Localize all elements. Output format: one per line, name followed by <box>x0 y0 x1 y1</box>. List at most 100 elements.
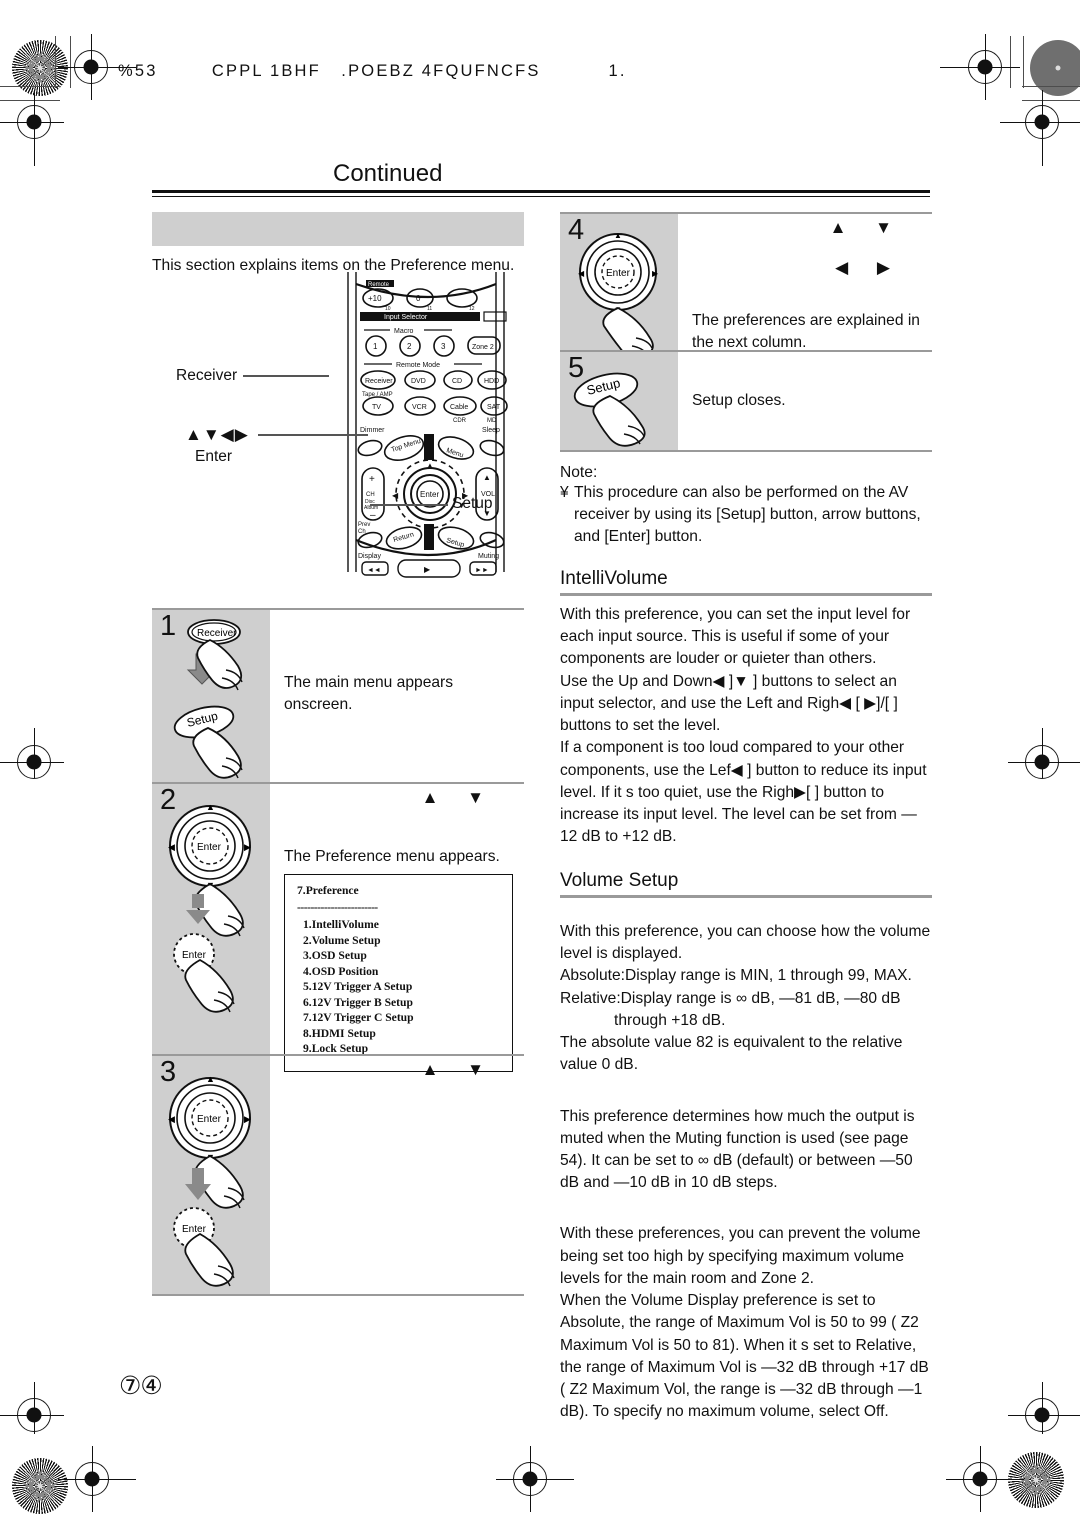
svg-text:▶: ▶ <box>244 842 251 852</box>
trim-mark <box>1023 36 1025 88</box>
section-volume-setup: Volume Setup With this preference, you c… <box>560 870 932 1423</box>
registration-crosshair <box>33 90 35 166</box>
step-number: 1 <box>160 610 177 642</box>
svg-text:▲: ▲ <box>614 231 622 240</box>
svg-text:Enter: Enter <box>197 1114 222 1125</box>
rosette-mark-top-left <box>12 40 68 96</box>
step-3: 3 Enter ▲▼ ◀▶ <box>152 1054 524 1296</box>
manual-page: %53 CPPL 1BHF .POEBZ 4FQUFNCFS 1. Contin… <box>0 0 1080 1528</box>
svg-text:HDD: HDD <box>484 378 499 385</box>
step-arrow-left-right: ◀ ▶ <box>835 258 902 277</box>
step-illustration: 4 Enter ▲▼ ◀▶ <box>560 214 678 359</box>
section-rule <box>560 895 932 899</box>
svg-text:▲: ▲ <box>483 473 491 482</box>
svg-text:Input Selector: Input Selector <box>384 314 428 321</box>
step-illustration: 5 Setup <box>560 352 678 450</box>
svg-text:+: + <box>369 474 375 485</box>
step-body: Setup closes. <box>678 352 932 450</box>
osd-menu-item[interactable]: 7.12V Trigger C Setup <box>303 1010 502 1026</box>
osd-menu-item[interactable]: 8.HDMI Setup <box>303 1026 502 1042</box>
svg-text:▲: ▲ <box>206 1074 215 1084</box>
osd-menu-item[interactable]: 4.OSD Position <box>303 964 502 980</box>
section-heading-bar <box>152 212 524 246</box>
svg-text:◀: ◀ <box>578 269 585 278</box>
svg-text:VCR: VCR <box>412 404 427 411</box>
svg-text:◄◄: ◄◄ <box>367 567 381 574</box>
section-paragraph: Relative:Display range is ∞ dB, —81 dB, … <box>560 989 901 1007</box>
svg-text:2: 2 <box>407 342 412 351</box>
svg-text:Receiver: Receiver <box>197 628 237 639</box>
step-text: The Preference menu appears. <box>284 848 500 865</box>
section-rule <box>560 593 932 597</box>
rosette-mark-bottom-right <box>1008 1452 1064 1508</box>
trim-mark <box>0 100 60 102</box>
registration-crosshair <box>1008 761 1080 763</box>
svg-text:11: 11 <box>427 306 432 312</box>
callout-arrow-glyphs: ▲▼◀▶ <box>185 425 249 444</box>
osd-menu-item[interactable]: 6.12V Trigger B Setup <box>303 995 502 1011</box>
note-text: This procedure can also be performed on … <box>574 484 921 546</box>
registration-crosshair <box>58 1478 136 1480</box>
registration-crosshair <box>1041 90 1043 166</box>
registration-crosshair <box>0 121 64 123</box>
svg-text:CDR: CDR <box>453 418 467 424</box>
callout-leader-line <box>258 434 368 436</box>
svg-text:Sleep: Sleep <box>482 427 500 434</box>
section-paragraph: Absolute:Display range is MIN, 1 through… <box>560 967 912 985</box>
svg-text:Cable: Cable <box>450 404 468 411</box>
osd-menu-item[interactable]: 5.12V Trigger A Setup <box>303 979 502 995</box>
svg-text:CD: CD <box>452 378 462 385</box>
osd-menu-item[interactable]: 1.IntelliVolume <box>303 917 502 933</box>
svg-text:Macro: Macro <box>394 328 414 335</box>
step-text: Setup closes. <box>692 392 786 409</box>
step-text: The preferences are explained in the nex… <box>692 312 920 352</box>
page-title: Continued <box>333 160 443 187</box>
callout-leader-line <box>370 504 448 506</box>
registration-crosshair <box>946 1478 1024 1480</box>
svg-text:Enter: Enter <box>420 490 439 499</box>
step-number: 5 <box>568 352 585 384</box>
section-paragraph: With this preference, you can set the in… <box>560 606 911 668</box>
section-heading: Volume Setup <box>560 870 679 892</box>
registration-crosshair <box>1041 728 1043 778</box>
section-paragraph: If a component is too loud compared to y… <box>560 739 927 846</box>
svg-text:10: 10 <box>385 306 391 312</box>
section-heading: IntelliVolume <box>560 568 668 590</box>
registration-crosshair <box>496 1478 574 1480</box>
section-paragraph: Use the Up and Down◀ ]▼ ] buttons to sel… <box>560 672 898 735</box>
callout-receiver: Receiver <box>176 367 238 384</box>
registration-crosshair <box>0 1414 64 1416</box>
svg-text:Enter: Enter <box>182 950 207 961</box>
svg-text:Zone 2: Zone 2 <box>472 344 494 351</box>
svg-text:Receiver: Receiver <box>365 378 393 385</box>
svg-text:◀: ◀ <box>168 842 175 852</box>
step-4: 4 Enter ▲▼ ◀▶ ▲ <box>560 212 932 359</box>
trim-mark <box>0 86 60 88</box>
svg-text:Return: Return <box>393 531 415 544</box>
callout-leader-line <box>243 375 329 377</box>
svg-text:◀: ◀ <box>168 1114 175 1124</box>
note-label: Note: <box>560 464 598 481</box>
registration-crosshair <box>0 761 64 763</box>
section-paragraph: This preference determines how much the … <box>560 1107 915 1192</box>
svg-text:Enter: Enter <box>197 842 222 853</box>
registration-crosshair <box>91 1446 93 1512</box>
section-paragraph: With this preference, you can choose how… <box>560 923 931 963</box>
svg-text:Dimmer: Dimmer <box>360 427 385 434</box>
registration-crosshair <box>1000 121 1080 123</box>
step3-svg: Enter ▲▼ ◀▶ Enter <box>168 1074 251 1287</box>
step-body: ▲ ▼ <box>270 1056 524 1294</box>
svg-text:Muting: Muting <box>478 553 499 560</box>
step-1: 1 Receiver Setup The main menu appears o… <box>152 608 524 782</box>
osd-menu-item[interactable]: 3.OSD Setup <box>303 948 502 964</box>
osd-menu-item[interactable]: 2.Volume Setup <box>303 933 502 949</box>
step-body: ▲ ▼ ◀ ▶ The preferences are explained in… <box>678 214 932 351</box>
registration-crosshair <box>33 1382 35 1434</box>
header-slug: %53 CPPL 1BHF .POEBZ 4FQUFNCFS 1. <box>118 62 627 80</box>
svg-text:▶: ▶ <box>244 1114 251 1124</box>
svg-text:3: 3 <box>441 342 446 351</box>
note-item: ¥ This procedure can also be performed o… <box>560 482 932 548</box>
trim-mark <box>55 36 57 88</box>
svg-text:CH: CH <box>366 492 375 498</box>
trim-mark <box>1010 36 1012 88</box>
